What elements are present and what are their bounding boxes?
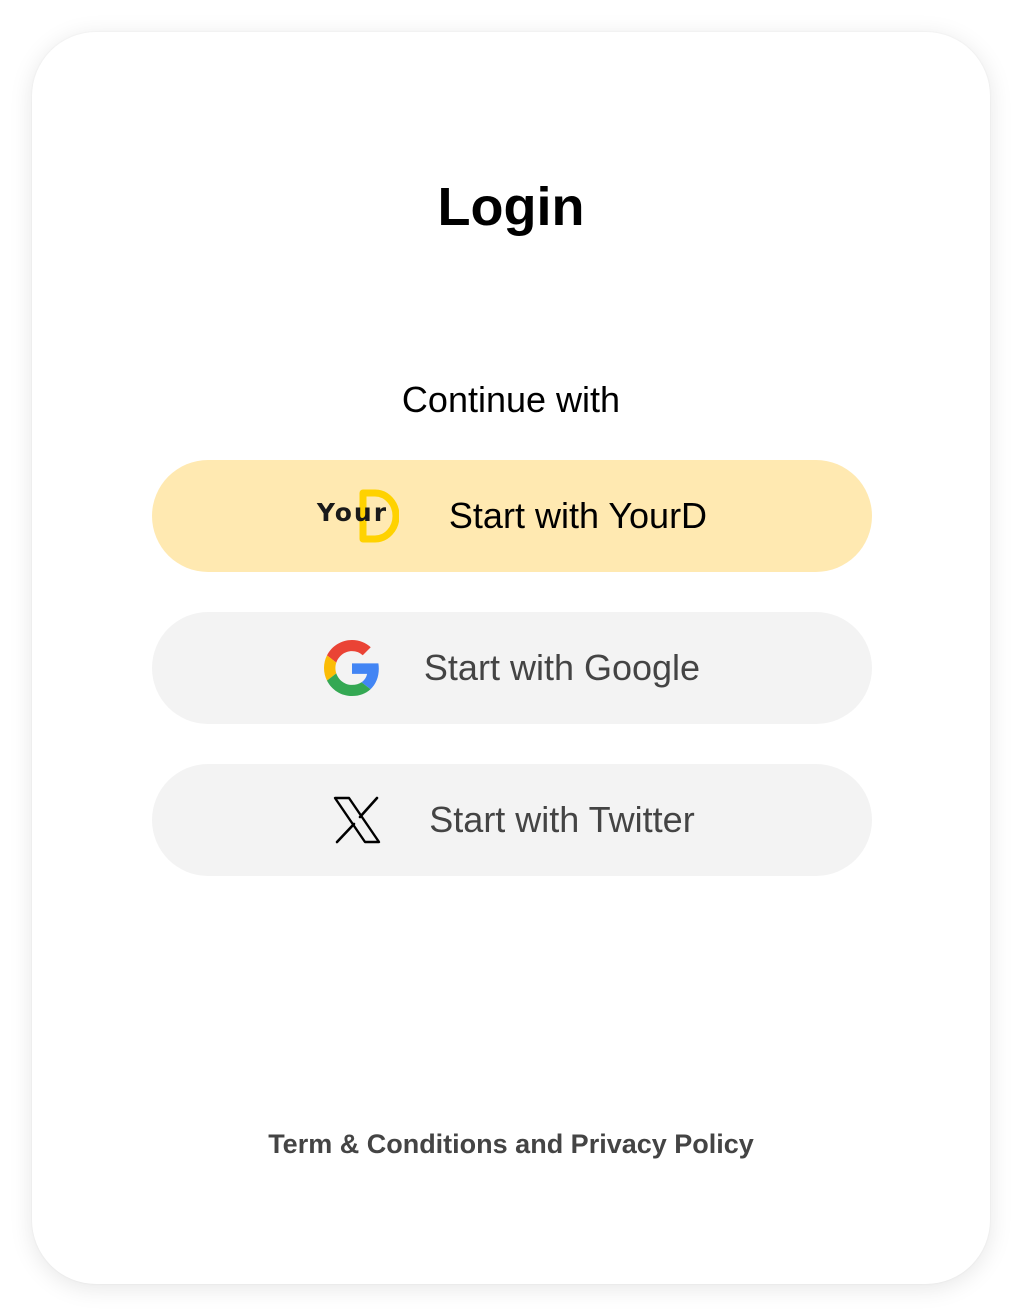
x-icon [329,792,385,848]
continue-with-label: Continue with [401,379,621,420]
yourd-logo-icon: Your [317,488,405,544]
start-with-yourd-button[interactable]: Your Start with YourD [152,460,872,572]
twitter-button-label: Start with Twitter [429,799,695,840]
start-with-twitter-button[interactable]: Start with Twitter [152,764,872,876]
yourd-button-label: Start with YourD [448,495,708,536]
start-with-google-button[interactable]: Start with Google [152,612,872,724]
google-button-label: Start with Google [423,647,701,688]
login-card: Login Continue with Your Start with Your… [32,32,990,1284]
yourd-logo-text: Your [316,498,389,527]
terms-privacy-link[interactable]: Term & Conditions and Privacy Policy [32,1131,990,1158]
google-icon [323,640,380,696]
page-title: Login [437,177,585,237]
